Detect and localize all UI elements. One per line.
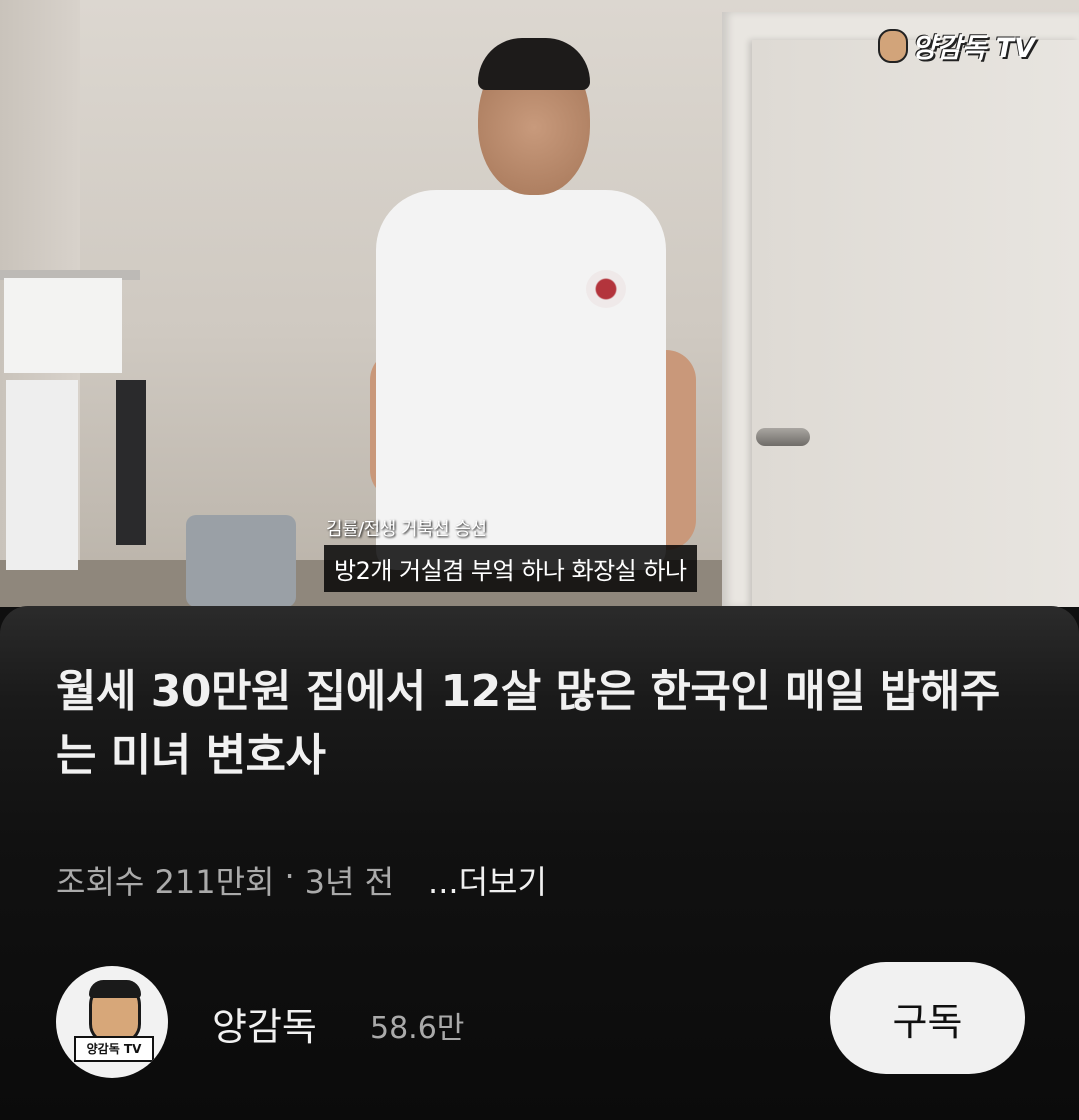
watermark-text: 양감독 TV — [911, 33, 1035, 64]
caption-speaker: 김률/전생 거북선 승선 — [326, 519, 487, 540]
door — [752, 40, 1079, 607]
subscribe-button[interactable]: 구독 — [830, 962, 1025, 1074]
channel-avatar[interactable]: 양감독 TV — [56, 966, 168, 1078]
laundry-basket — [186, 515, 296, 607]
meta-separator: · — [284, 857, 295, 895]
more-link[interactable]: ...더보기 — [428, 857, 547, 903]
channel-name[interactable]: 양감독 — [212, 996, 317, 1051]
door-handle — [756, 428, 810, 446]
channel-watermark: 양감독 TV — [877, 26, 1035, 65]
video-player[interactable]: 양감독 TV 김률/전생 거북선 승선 방2개 거실겸 부엌 하나 화장실 하나 — [0, 0, 1079, 607]
view-count: 조회수 211만회 — [56, 863, 275, 901]
watermark-face-icon — [877, 28, 908, 63]
person-hair — [478, 38, 590, 90]
person-body — [376, 190, 666, 570]
subscriber-count: 58.6만 — [370, 1011, 465, 1046]
shirt-print — [586, 270, 626, 308]
upload-age: 3년 전 — [304, 863, 395, 901]
avatar-tag: 양감독 TV — [74, 1036, 154, 1062]
video-meta[interactable]: 조회수 211만회 · 3년 전 ...더보기 — [56, 857, 547, 903]
clothes-rack — [0, 270, 146, 570]
video-title[interactable]: 월세 30만원 집에서 12살 많은 한국인 매일 밥해주는 미녀 변호사 — [56, 660, 1016, 788]
caption-subtitle: 방2개 거실겸 부엌 하나 화장실 하나 — [324, 545, 697, 592]
